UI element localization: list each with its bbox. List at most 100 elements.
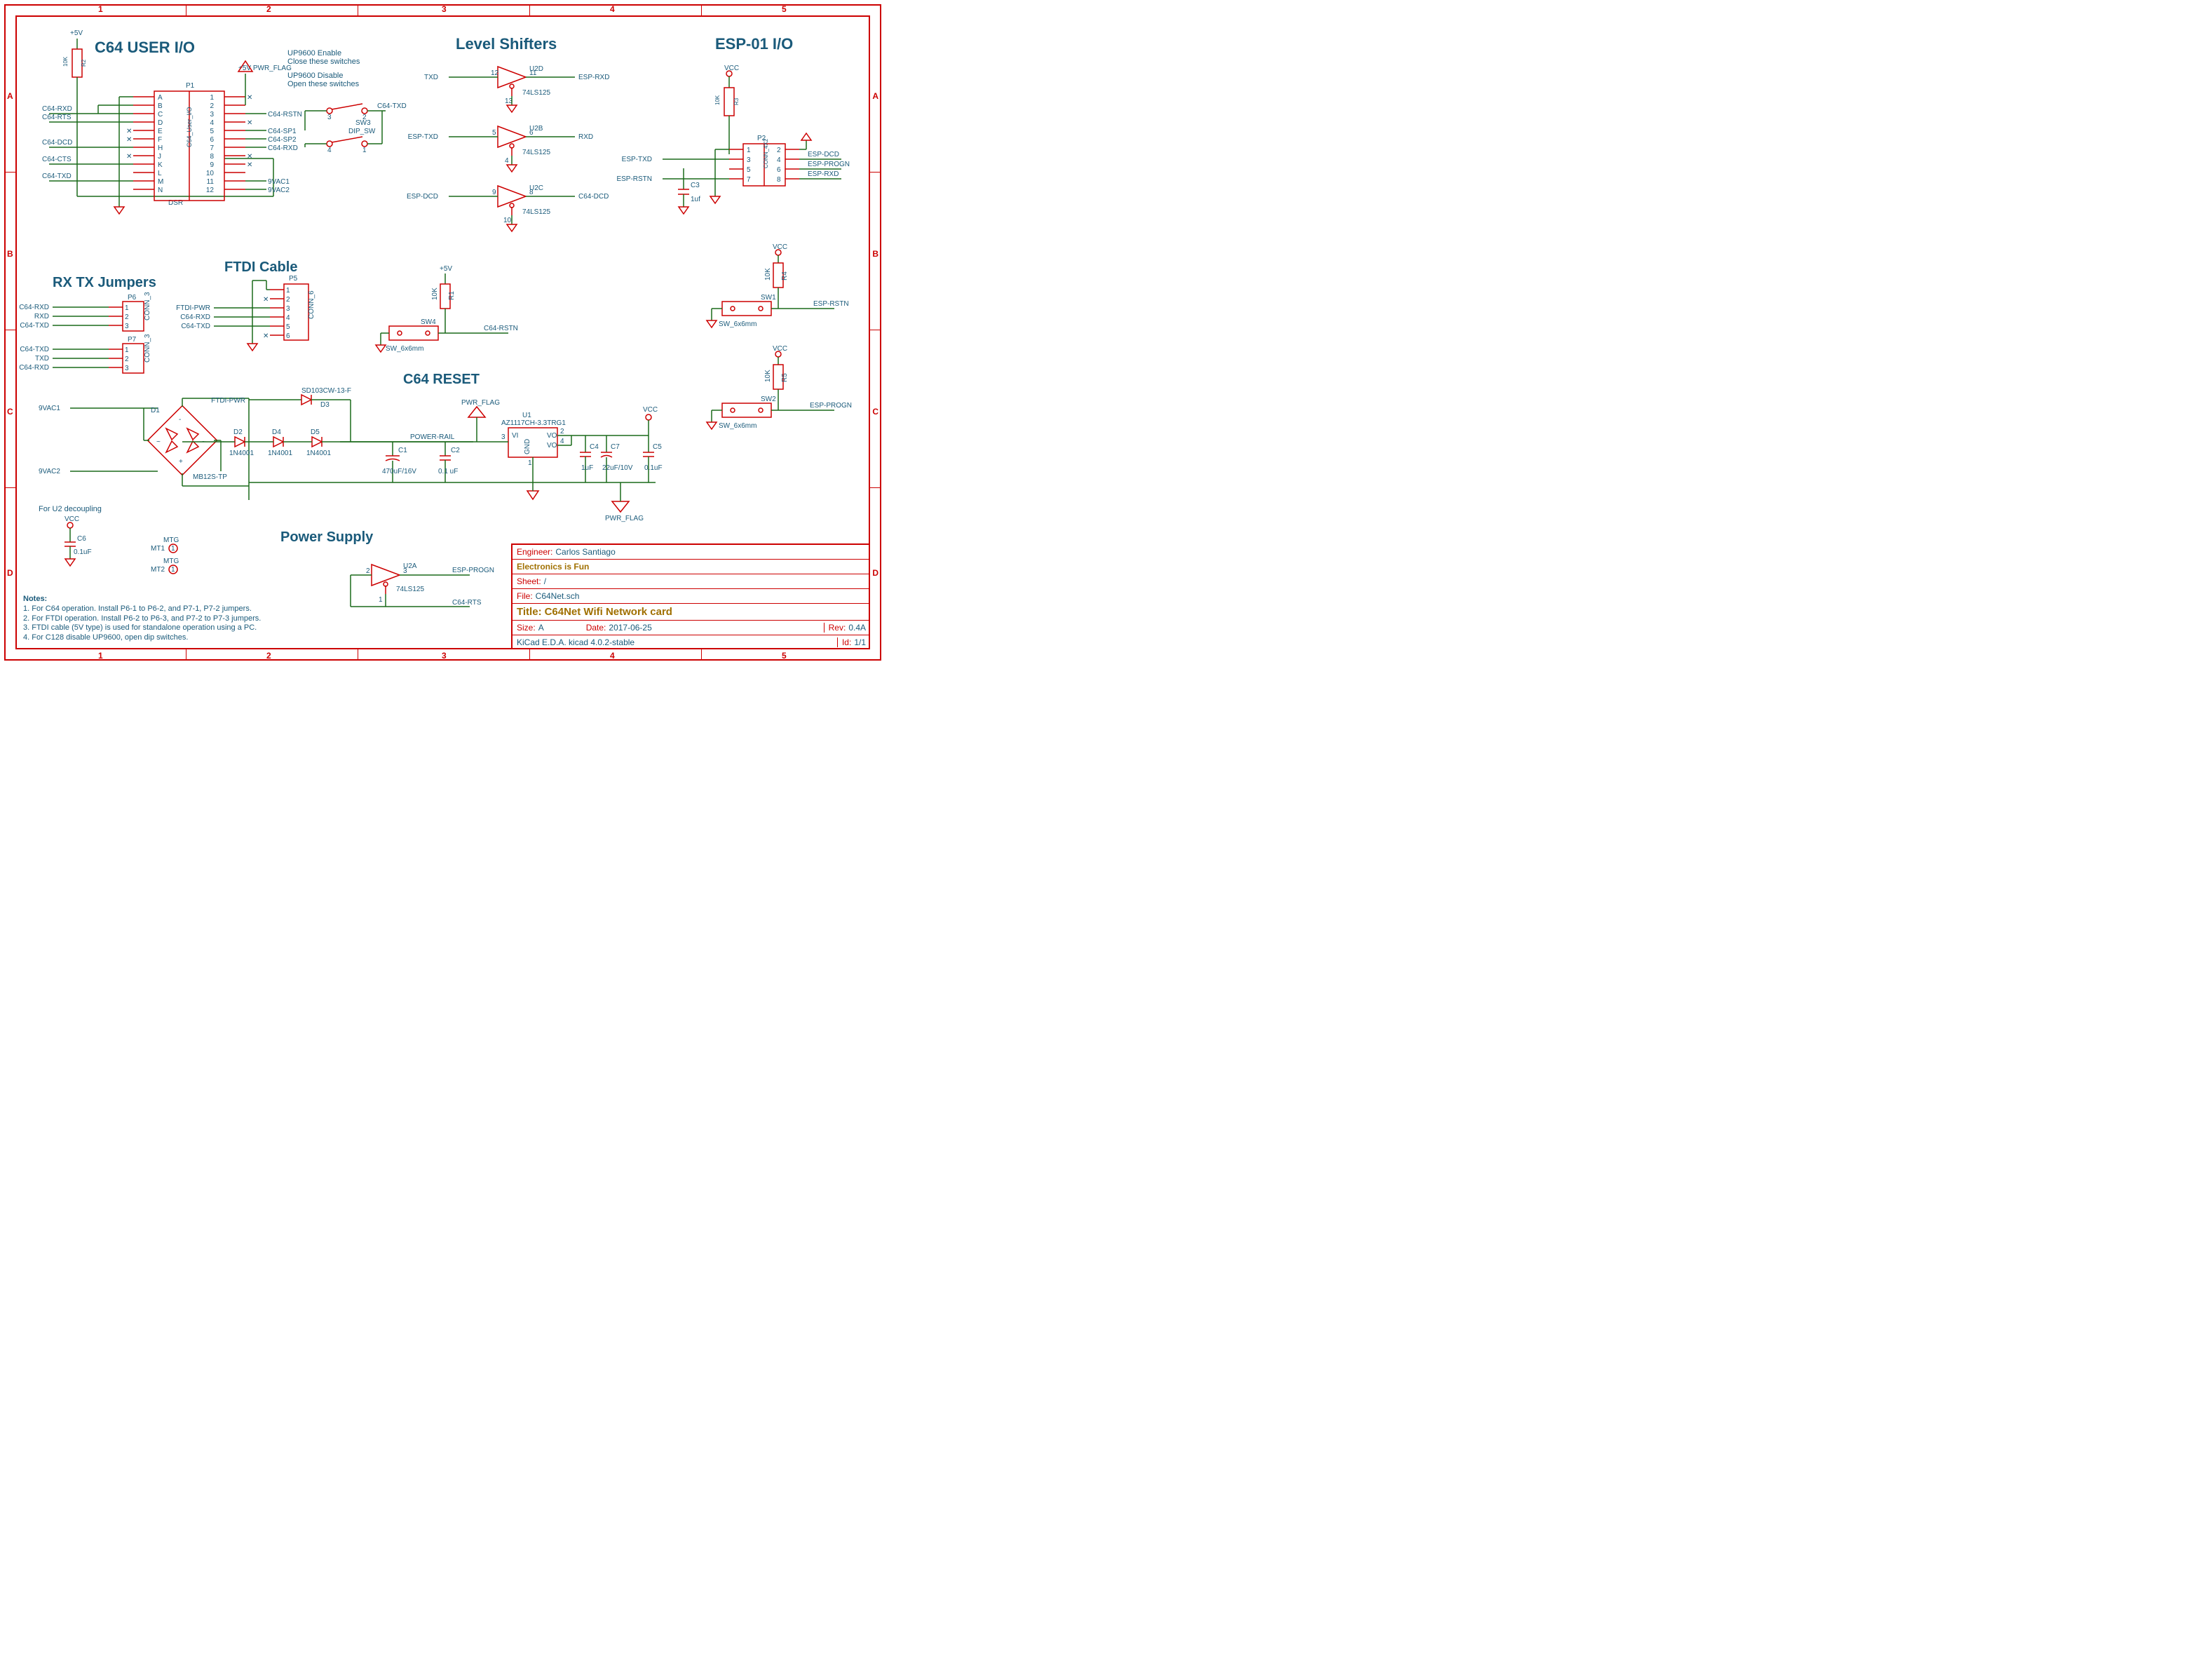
- svg-text:R2: R2: [81, 59, 87, 67]
- svg-text:C64-SP1: C64-SP1: [268, 128, 297, 135]
- tb-org: Electronics is Fun: [517, 562, 589, 572]
- tb-rev: 0.4A: [848, 623, 866, 633]
- svg-text:0.1 uF: 0.1 uF: [438, 468, 458, 475]
- svg-text:ESP-PROGN: ESP-PROGN: [808, 161, 850, 168]
- svg-text:C64-RXD: C64-RXD: [19, 304, 49, 311]
- svg-text:-: -: [179, 416, 181, 424]
- svg-text:✕: ✕: [263, 332, 269, 340]
- svg-text:C3: C3: [691, 182, 700, 189]
- svg-text:✕: ✕: [126, 128, 132, 135]
- svg-text:N: N: [158, 187, 163, 194]
- svg-text:CONN_4X2: CONN_4X2: [763, 138, 769, 168]
- svg-text:1: 1: [528, 459, 532, 467]
- svg-text:C64-SP2: C64-SP2: [268, 136, 297, 144]
- p1-left-pins: A B C D E✕ F✕ H J✕ K L M N: [126, 94, 163, 194]
- svg-text:D: D: [158, 119, 163, 127]
- svg-text:2: 2: [286, 296, 290, 304]
- svg-text:D2: D2: [233, 428, 243, 436]
- svg-text:VCC: VCC: [65, 515, 79, 523]
- ruler-top-5: 5: [782, 4, 787, 14]
- tb-gen: KiCad E.D.A. kicad 4.0.2-stable: [517, 637, 635, 647]
- svg-text:ESP-RSTN: ESP-RSTN: [616, 175, 652, 183]
- svg-text:2: 2: [125, 356, 129, 363]
- svg-text:5: 5: [492, 129, 496, 137]
- svg-text:SW1: SW1: [761, 294, 776, 302]
- tick: [529, 649, 530, 659]
- svg-text:12: 12: [491, 69, 499, 77]
- svg-text:1: 1: [379, 596, 383, 604]
- svg-text:C: C: [158, 111, 163, 119]
- ruler-l-b: B: [7, 249, 13, 259]
- ruler-top-2: 2: [266, 4, 271, 14]
- svg-text:POWER-RAIL: POWER-RAIL: [410, 433, 455, 441]
- tick: [6, 172, 15, 173]
- svg-text:22uF/10V: 22uF/10V: [602, 464, 633, 472]
- c64-reset: +5V 10K R1 SW4 SW_6x6mm C64-RSTN: [382, 266, 543, 365]
- svg-text:PWR_FLAG: PWR_FLAG: [605, 515, 644, 522]
- svg-text:C64-RTS: C64-RTS: [452, 599, 482, 607]
- svg-text:SW_6x6mm: SW_6x6mm: [386, 345, 423, 353]
- svg-text:0.1uF: 0.1uF: [644, 464, 663, 472]
- svg-text:+: +: [179, 458, 183, 466]
- svg-text:ESP-RXD: ESP-RXD: [578, 74, 609, 81]
- title-ftdi: FTDI Cable: [224, 259, 297, 276]
- tb-file: C64Net.sch: [536, 591, 580, 601]
- svg-text:1: 1: [125, 304, 129, 312]
- svg-text:SW4: SW4: [421, 318, 436, 326]
- svg-text:P7: P7: [128, 336, 137, 344]
- svg-text:C64-TXD: C64-TXD: [20, 322, 49, 330]
- svg-text:TXD: TXD: [424, 74, 438, 81]
- ftdi: P5 CONN_6 1 2✕ 3 4 5 6✕ FTDI-PWR C64-RXD…: [200, 281, 340, 358]
- sw3: SW3 DIP_SW 3 2 C64-TXD 4 1: [305, 102, 407, 154]
- schematic-sheet: 1 2 3 4 5 1 2 3 4 5 A B C D A B C D C64 …: [0, 0, 886, 665]
- svg-text:VO: VO: [547, 432, 557, 440]
- svg-text:2: 2: [362, 114, 367, 121]
- svg-text:+5V: +5V: [440, 265, 452, 273]
- svg-text:0.1uF: 0.1uF: [74, 548, 92, 556]
- svg-text:ESP-DCD: ESP-DCD: [808, 151, 839, 158]
- svg-text:2: 2: [560, 428, 564, 435]
- svg-text:7: 7: [210, 144, 214, 152]
- svg-text:F: F: [158, 136, 162, 144]
- svg-text:470uF/16V: 470uF/16V: [382, 468, 416, 475]
- svg-text:1N4001: 1N4001: [268, 450, 292, 457]
- tb-rev-label: Rev:: [829, 623, 846, 633]
- svg-text:M: M: [158, 178, 163, 186]
- ruler-bot-1: 1: [98, 651, 103, 661]
- mtg: MTG MT1 1 MTG MT2 1: [151, 536, 214, 579]
- svg-text:MT2: MT2: [151, 566, 165, 574]
- svg-text:DIP_SW: DIP_SW: [348, 128, 376, 135]
- svg-text:✕: ✕: [247, 161, 252, 169]
- level-shifters: U2D 74LS125 TXD 12 ESP-RXD 11 13 U2B 74L…: [428, 60, 638, 228]
- svg-text:8: 8: [529, 189, 534, 196]
- svg-text:C64-RXD: C64-RXD: [268, 144, 298, 152]
- esp-io: VCC 10K R3 P2 CONN_4X2 1 3 5 7 2 4 6 8 E…: [645, 63, 869, 238]
- svg-text:3: 3: [501, 433, 505, 441]
- ruler-r-d: D: [872, 568, 878, 578]
- svg-text:1uf: 1uf: [691, 196, 700, 203]
- note1: 1. For C64 operation. Install P6-1 to P6…: [23, 604, 374, 614]
- svg-text:3: 3: [286, 305, 290, 313]
- svg-text:SW_6x6mm: SW_6x6mm: [719, 320, 756, 328]
- svg-text:C1: C1: [398, 447, 407, 454]
- tb-sheet-label: Sheet:: [517, 576, 541, 586]
- svg-text:ESP-DCD: ESP-DCD: [407, 193, 438, 201]
- p1-right-pins: 1✕ 2 3 4✕ 5 6 7 8✕ 9✕ 10 11 12: [206, 94, 253, 194]
- svg-text:1: 1: [171, 566, 175, 574]
- svg-text:C6: C6: [77, 535, 86, 543]
- svg-text:C64-RSTN: C64-RSTN: [268, 111, 302, 119]
- svg-text:K: K: [158, 161, 163, 169]
- svg-text:C64-RXD: C64-RXD: [19, 364, 49, 372]
- svg-text:✕: ✕: [247, 153, 252, 161]
- svg-text:10: 10: [503, 217, 512, 224]
- svg-text:MTG: MTG: [163, 558, 179, 565]
- title-power: Power Supply: [280, 529, 373, 546]
- svg-text:B: B: [158, 102, 163, 110]
- svg-text:11: 11: [207, 178, 215, 186]
- svg-text:ESP-TXD: ESP-TXD: [408, 133, 438, 141]
- svg-text:ESP-RSTN: ESP-RSTN: [813, 300, 849, 308]
- svg-text:8: 8: [777, 176, 781, 184]
- svg-text:C64-RXD: C64-RXD: [180, 313, 210, 321]
- svg-text:3: 3: [403, 567, 407, 575]
- note4: 4. For C128 disable UP9600, open dip swi…: [23, 633, 374, 643]
